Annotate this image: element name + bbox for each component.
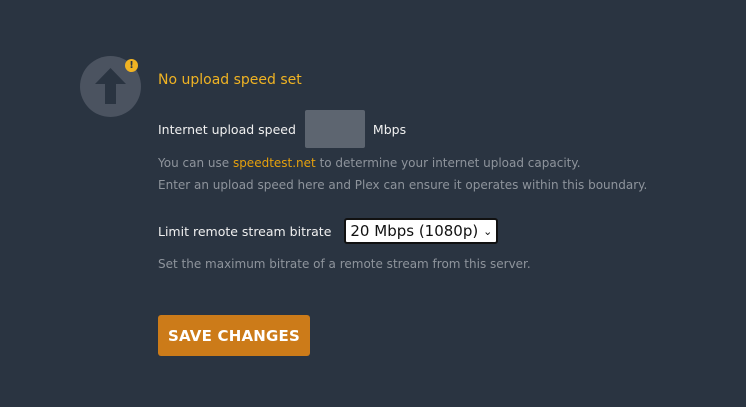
upload-speed-label: Internet upload speed (158, 121, 296, 137)
upload-speed-unit: Mbps (372, 121, 407, 137)
upload-help-prefix: You can use (158, 156, 233, 170)
upload-help-suffix: to determine your internet upload capaci… (315, 156, 581, 170)
bitrate-help-text: Set the maximum bitrate of a remote stre… (158, 257, 531, 271)
upload-arrow-icon (95, 68, 126, 104)
upload-help-text-2: Enter an upload speed here and Plex can … (158, 178, 648, 192)
bitrate-row: Limit remote stream bitrate 20 Mbps (108… (158, 218, 499, 244)
bitrate-select[interactable]: 20 Mbps (1080p) ⌄ (344, 218, 499, 244)
remote-access-settings-panel: ! No upload speed set Internet upload sp… (0, 0, 746, 407)
speedtest-link[interactable]: speedtest.net (233, 156, 316, 170)
bitrate-selected-value: 20 Mbps (1080p) (350, 222, 479, 240)
upload-help-text: You can use speedtest.net to determine y… (158, 156, 581, 170)
section-heading: No upload speed set (158, 72, 302, 88)
save-changes-button[interactable]: SAVE CHANGES (158, 315, 310, 356)
upload-speed-input[interactable] (304, 110, 365, 148)
upload-speed-row: Internet upload speed Mbps (158, 110, 406, 148)
chevron-down-icon: ⌄ (483, 224, 493, 238)
warning-icon: ! (125, 59, 138, 72)
bitrate-label: Limit remote stream bitrate (158, 223, 332, 239)
